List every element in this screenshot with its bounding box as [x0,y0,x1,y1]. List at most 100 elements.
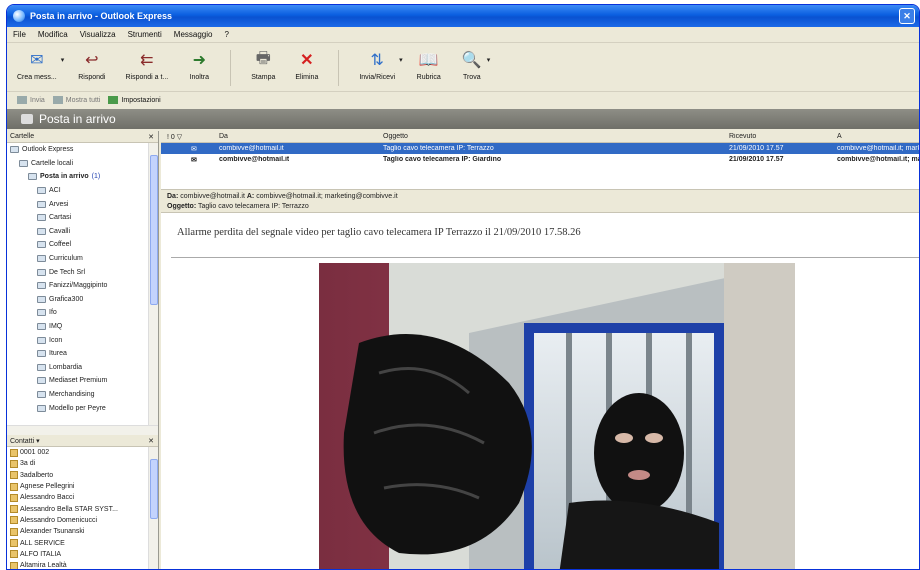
contact-card-icon [10,516,18,525]
close-button[interactable]: ✕ [899,8,915,24]
menu-strumenti[interactable]: Strumenti [128,30,162,39]
preview-to: combivve@hotmail.it; marketing@combivve.… [256,193,398,200]
contact-item[interactable]: Alexander Tsunanski [7,526,158,537]
contact-item[interactable]: Agnese Pellegrini [7,481,158,492]
contacts-scrollbar[interactable] [148,447,158,569]
folder-scrollbar[interactable] [148,143,158,425]
new-message-button[interactable]: ✉ Crea mess... [17,50,57,81]
folder-icon [37,227,46,235]
folder-label: Cavalli [49,227,71,235]
folder-icon [19,159,28,167]
folder-item[interactable]: Grafica300 [7,293,158,307]
folder-icon [37,377,46,385]
delete-button[interactable]: ✕ Elimina [295,50,318,81]
contact-item[interactable]: ALL SERVICE [7,537,158,548]
folder-icon [10,146,19,154]
contact-item[interactable]: Altamira Lealtà [7,560,158,569]
contact-card-icon [10,448,18,457]
folder-item[interactable]: Icon [7,333,158,347]
find-dropdown-icon[interactable]: ▾ [487,56,491,64]
folder-label: Cartasi [49,214,72,222]
settings-button[interactable]: Impostazioni [108,96,161,104]
folder-item[interactable]: Mediaset Premium [7,374,158,388]
folder-item[interactable]: Cavalli [7,225,158,239]
contact-card-icon [10,561,18,569]
preview-header: Da: combivve@hotmail.it A: combivve@hotm… [161,189,919,213]
scrollbar-thumb[interactable] [150,155,158,305]
message-row[interactable]: ✉ combivve@hotmail.it Taglio cavo telecame… [161,154,919,165]
message-list: ✉ combivve@hotmail.it Taglio cavo telecame… [161,143,919,165]
contact-item[interactable]: Alessandro Bella STAR SYST... [7,503,158,514]
title-bar[interactable]: Posta in arrivo - Outlook Express ✕ [7,5,919,27]
flags-column-header[interactable]: ! 0 ▽ [167,133,182,141]
folder-item[interactable]: Merchandising [7,388,158,402]
contact-item[interactable]: Alessandro Domenicucci [7,515,158,526]
menu-help[interactable]: ? [224,30,228,39]
contact-item[interactable]: 3adalberto [7,470,158,481]
folder-item[interactable]: Curriculum [7,252,158,266]
folder-item[interactable]: IMQ [7,320,158,334]
reply-all-button[interactable]: ⇇ Rispondi a t... [125,50,168,81]
to-column-header[interactable]: A [837,133,842,140]
to-label: A: [246,193,255,200]
contact-label: Alessandro Domenicucci [20,516,98,524]
contact-item[interactable]: ALFO ITALIA [7,549,158,560]
contact-card-icon [10,482,18,491]
forward-button[interactable]: ➜ Inoltra [188,50,210,81]
menu-messaggio[interactable]: Messaggio [174,30,213,39]
menu-modifica[interactable]: Modifica [38,30,68,39]
new-message-dropdown-icon[interactable]: ▾ [61,56,65,64]
folder-label: Modello per Peyre [49,404,106,412]
menu-file[interactable]: File [13,30,26,39]
folder-item[interactable]: Lombardia [7,361,158,375]
contact-item[interactable]: Alessandro Bacci [7,492,158,503]
folder-item[interactable]: De Tech Srl [7,265,158,279]
show-all-button[interactable]: Mostra tutti [52,96,100,104]
contact-card-icon [10,471,18,480]
received-column-header[interactable]: Ricevuto [729,133,756,140]
close-folders-icon[interactable]: ✕ [148,133,154,141]
contact-card-icon [10,505,18,514]
contact-item[interactable]: 0001 002 [7,447,158,458]
address-book-icon: 📖 [418,52,439,69]
print-button[interactable]: 🖶 Stampa [251,50,275,82]
folder-item[interactable]: Arvesi [7,197,158,211]
message-subject: Taglio cavo telecamera IP: Giardino [383,156,502,163]
folder-item[interactable]: Cartelle locali [7,157,158,171]
left-pane: Cartelle ✕ Outlook Express Cartelle local… [7,131,159,569]
scrollbar-thumb[interactable] [150,459,158,519]
folders-header-label: Cartelle [10,133,35,140]
folder-label: Grafica300 [49,295,84,303]
folder-item[interactable]: ACI [7,184,158,198]
folders-pane-header: Cartelle ✕ [7,131,158,143]
menu-visualizza[interactable]: Visualizza [80,30,116,39]
envelope-icon: ✉ [191,156,197,164]
unread-count: (1) [91,173,101,181]
folder-item[interactable]: Modello per Peyre [7,401,158,415]
reply-all-label: Rispondi a t... [125,74,169,81]
folder-item[interactable]: Posta in arrivo (1) [7,170,158,184]
subject-column-header[interactable]: Oggetto [383,133,408,140]
folder-item[interactable]: Cartasi [7,211,158,225]
folder-item[interactable]: Outlook Express [7,143,158,157]
close-contacts-icon[interactable]: ✕ [148,437,154,445]
contact-item[interactable]: 3a di [7,458,158,469]
send-receive-button[interactable]: ⇅ Invia/Ricevi [359,50,395,81]
folder-hscrollbar[interactable] [7,425,158,435]
find-button[interactable]: 🔍 Trova [461,50,483,81]
folder-item[interactable]: Coffeel [7,238,158,252]
from-column-header[interactable]: Da [219,133,228,140]
folder-label: De Tech Srl [49,268,86,276]
folder-icon [37,309,46,317]
folder-item[interactable]: Fanizzi/Maggipinto [7,279,158,293]
reply-button[interactable]: ↩ Rispondi [78,50,105,81]
message-from: combivve@hotmail.it [219,156,290,163]
contacts-header-label[interactable]: Contatti ▾ [10,437,40,445]
folder-label: Posta in arrivo [40,173,89,181]
folder-item[interactable]: Ifo [7,306,158,320]
message-row[interactable]: ✉ combivve@hotmail.it Taglio cavo telecame… [161,143,919,154]
address-book-button[interactable]: 📖 Rubrica [417,50,441,81]
send-receive-dropdown-icon[interactable]: ▾ [399,56,403,64]
send-button[interactable]: Invia [17,96,45,104]
folder-item[interactable]: Iturea [7,347,158,361]
